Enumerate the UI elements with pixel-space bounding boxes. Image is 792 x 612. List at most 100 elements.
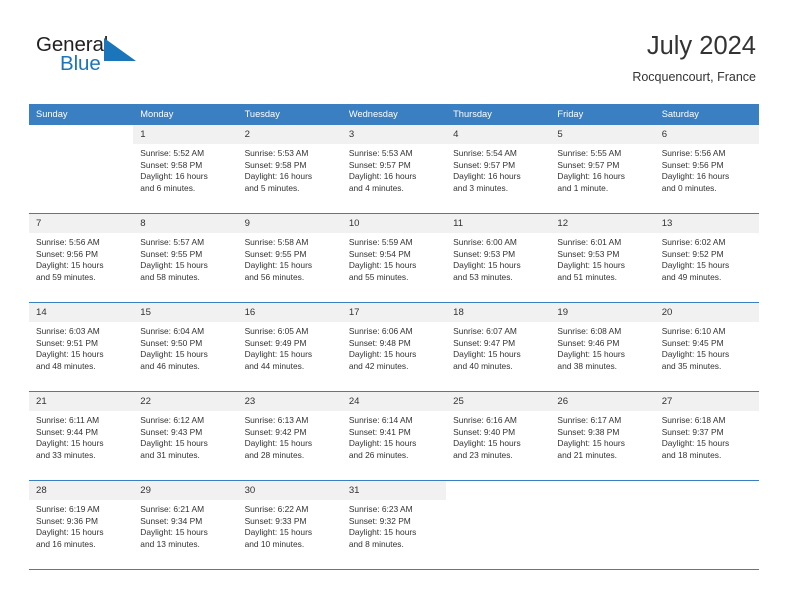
sunrise-text: Sunrise: 6:02 AM [661,237,726,247]
calendar-day-cell[interactable]: 30 Sunrise: 6:22 AM Sunset: 9:33 PM Dayl… [237,480,342,570]
calendar-day-cell[interactable]: 13 Sunrise: 6:02 AM Sunset: 9:52 PM Dayl… [654,213,759,303]
calendar-day-cell[interactable]: 18 Sunrise: 6:07 AM Sunset: 9:47 PM Dayl… [446,302,551,392]
calendar-day-cell[interactable]: 16 Sunrise: 6:05 AM Sunset: 9:49 PM Dayl… [237,302,342,392]
day-number: 4 [446,125,551,144]
calendar-day-cell[interactable] [550,480,655,570]
daylight-text-line2: and 46 minutes. [140,360,200,371]
daylight-text-line1: Daylight: 15 hours [36,349,104,360]
day-details: Sunrise: 6:18 AM Sunset: 9:37 PM Dayligh… [655,411,759,461]
calendar-day-cell[interactable]: 10 Sunrise: 5:59 AM Sunset: 9:54 PM Dayl… [341,213,447,303]
calendar-day-cell[interactable]: 14 Sunrise: 6:03 AM Sunset: 9:51 PM Dayl… [29,302,134,392]
calendar-week-row: 14 Sunrise: 6:03 AM Sunset: 9:51 PM Dayl… [29,302,759,392]
day-details: Sunrise: 5:56 AM Sunset: 9:56 PM Dayligh… [29,233,133,283]
calendar-day-cell[interactable]: 7 Sunrise: 5:56 AM Sunset: 9:56 PM Dayli… [29,213,134,303]
calendar-day-cell[interactable]: 21 Sunrise: 6:11 AM Sunset: 9:44 PM Dayl… [29,391,134,481]
sunset-text: Sunset: 9:46 PM [557,337,620,348]
triangle-flag-icon [104,38,136,61]
calendar-day-cell[interactable]: 19 Sunrise: 6:08 AM Sunset: 9:46 PM Dayl… [550,302,655,392]
daylight-text-line1: Daylight: 15 hours [661,349,730,360]
sunset-text: Sunset: 9:38 PM [557,426,620,437]
sunset-text: Sunset: 9:50 PM [140,337,203,348]
daylight-text-line1: Daylight: 16 hours [557,171,625,182]
calendar-day-cell[interactable]: 12 Sunrise: 6:01 AM Sunset: 9:53 PM Dayl… [550,213,655,303]
daylight-text-line2: and 6 minutes. [140,182,196,193]
day-number: 31 [341,481,447,500]
calendar-day-cell[interactable]: 23 Sunrise: 6:13 AM Sunset: 9:42 PM Dayl… [237,391,342,481]
calendar-day-cell[interactable]: 5 Sunrise: 5:55 AM Sunset: 9:57 PM Dayli… [550,125,655,214]
sunset-text: Sunset: 9:44 PM [36,426,98,437]
title-block: July 2024 Rocquencourt, France [632,30,756,87]
calendar-day-cell[interactable] [446,480,551,570]
day-details: Sunrise: 5:59 AM Sunset: 9:54 PM Dayligh… [342,233,446,283]
sunrise-text: Sunrise: 6:01 AM [557,237,622,247]
sunset-text: Sunset: 9:57 PM [348,159,411,170]
day-details: Sunrise: 5:54 AM Sunset: 9:57 PM Dayligh… [446,144,550,194]
calendar-day-cell[interactable]: 3 Sunrise: 5:53 AM Sunset: 9:57 PM Dayli… [341,125,447,214]
day-number: 5 [550,125,655,144]
calendar-day-cell[interactable]: 1 Sunrise: 5:52 AM Sunset: 9:58 PM Dayli… [133,125,238,214]
daylight-text-line2: and 51 minutes. [557,271,618,282]
calendar-day-cell[interactable]: 24 Sunrise: 6:14 AM Sunset: 9:41 PM Dayl… [341,391,447,481]
sunrise-text: Sunrise: 5:54 AM [453,148,517,158]
sunrise-text: Sunrise: 5:58 AM [244,237,309,247]
sunrise-text: Sunrise: 6:13 AM [244,415,309,425]
day-details [29,144,133,148]
daylight-text-line1: Daylight: 15 hours [557,349,625,360]
calendar-day-cell[interactable]: 27 Sunrise: 6:18 AM Sunset: 9:37 PM Dayl… [654,391,759,481]
daylight-text-line2: and 28 minutes. [244,449,305,460]
day-details [446,500,550,504]
calendar-day-cell[interactable] [29,125,133,214]
daylight-text-line1: Daylight: 15 hours [557,260,625,271]
day-number: 20 [654,303,759,322]
sunrise-text: Sunrise: 6:17 AM [557,415,622,425]
sunrise-text: Sunrise: 6:06 AM [348,326,413,336]
calendar-day-cell[interactable]: 22 Sunrise: 6:12 AM Sunset: 9:43 PM Dayl… [133,391,238,481]
day-number: 17 [341,303,447,322]
sunset-text: Sunset: 9:54 PM [348,248,411,259]
sunset-text: Sunset: 9:49 PM [244,337,307,348]
calendar-day-cell[interactable]: 28 Sunrise: 6:19 AM Sunset: 9:36 PM Dayl… [29,480,134,570]
calendar-day-cell[interactable]: 4 Sunrise: 5:54 AM Sunset: 9:57 PM Dayli… [446,125,551,214]
calendar-day-cell[interactable]: 25 Sunrise: 6:16 AM Sunset: 9:40 PM Dayl… [446,391,551,481]
calendar-day-cell[interactable]: 11 Sunrise: 6:00 AM Sunset: 9:53 PM Dayl… [446,213,551,303]
day-details: Sunrise: 6:12 AM Sunset: 9:43 PM Dayligh… [133,411,237,461]
sunset-text: Sunset: 9:56 PM [36,248,98,259]
calendar-day-cell[interactable]: 20 Sunrise: 6:10 AM Sunset: 9:45 PM Dayl… [654,302,759,392]
day-number: 23 [237,392,342,411]
day-number: 18 [446,303,551,322]
weekday-header-friday: Friday [550,104,655,125]
daylight-text-line1: Daylight: 15 hours [36,527,104,538]
daylight-text-line1: Daylight: 15 hours [244,349,313,360]
day-number: 13 [654,214,759,233]
daylight-text-line1: Daylight: 15 hours [36,438,104,449]
brand-logo[interactable]: General Blue [36,34,156,86]
calendar-day-cell[interactable]: 17 Sunrise: 6:06 AM Sunset: 9:48 PM Dayl… [341,302,447,392]
daylight-text-line2: and 10 minutes. [244,538,305,549]
calendar-week-row: 21 Sunrise: 6:11 AM Sunset: 9:44 PM Dayl… [29,391,759,481]
calendar-day-cell[interactable]: 31 Sunrise: 6:23 AM Sunset: 9:32 PM Dayl… [341,480,447,570]
calendar-day-cell[interactable] [654,480,759,570]
day-number: 15 [133,303,238,322]
sunset-text: Sunset: 9:33 PM [244,515,307,526]
daylight-text-line1: Daylight: 15 hours [140,527,208,538]
calendar-day-cell[interactable]: 6 Sunrise: 5:56 AM Sunset: 9:56 PM Dayli… [654,125,759,214]
sunrise-text: Sunrise: 6:16 AM [453,415,517,425]
calendar-day-cell[interactable]: 29 Sunrise: 6:21 AM Sunset: 9:34 PM Dayl… [133,480,238,570]
weekday-header-saturday: Saturday [654,104,759,125]
sunset-text: Sunset: 9:40 PM [453,426,516,437]
sunset-text: Sunset: 9:42 PM [244,426,307,437]
daylight-text-line2: and 48 minutes. [36,360,96,371]
sunrise-text: Sunrise: 6:12 AM [140,415,205,425]
calendar-day-cell[interactable]: 2 Sunrise: 5:53 AM Sunset: 9:58 PM Dayli… [237,125,342,214]
sunrise-text: Sunrise: 6:10 AM [661,326,726,336]
day-details: Sunrise: 6:19 AM Sunset: 9:36 PM Dayligh… [29,500,133,550]
sunrise-text: Sunrise: 6:19 AM [36,504,100,514]
day-details: Sunrise: 6:00 AM Sunset: 9:53 PM Dayligh… [446,233,550,283]
calendar-day-cell[interactable]: 15 Sunrise: 6:04 AM Sunset: 9:50 PM Dayl… [133,302,238,392]
day-details: Sunrise: 6:14 AM Sunset: 9:41 PM Dayligh… [342,411,446,461]
calendar-day-cell[interactable]: 9 Sunrise: 5:58 AM Sunset: 9:55 PM Dayli… [237,213,342,303]
calendar-day-cell[interactable]: 26 Sunrise: 6:17 AM Sunset: 9:38 PM Dayl… [550,391,655,481]
calendar-day-cell[interactable]: 8 Sunrise: 5:57 AM Sunset: 9:55 PM Dayli… [133,213,238,303]
sunrise-text: Sunrise: 6:00 AM [453,237,517,247]
page-title: July 2024 [646,32,756,60]
